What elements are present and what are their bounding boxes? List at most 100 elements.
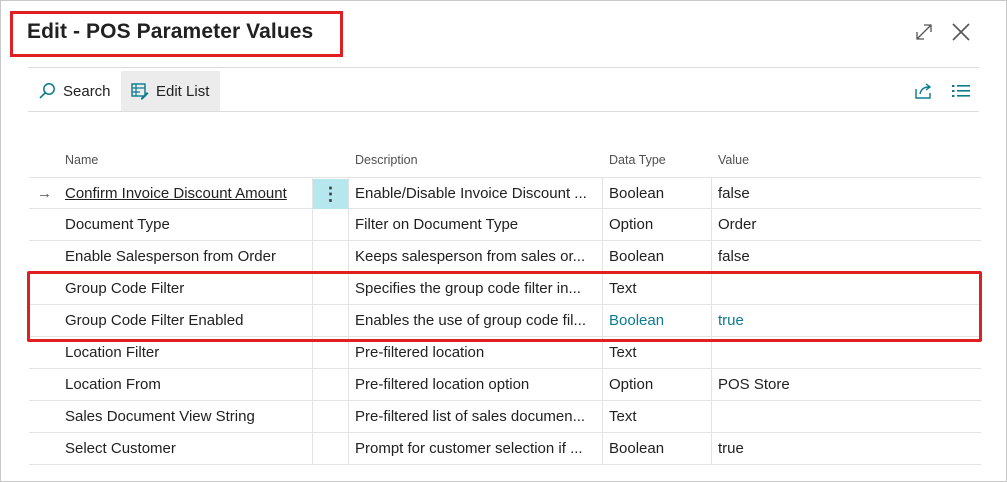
cell-description[interactable]: Enable/Disable Invoice Discount ... [355, 178, 599, 209]
column-separator [711, 401, 712, 432]
column-separator [602, 401, 603, 432]
cell-name[interactable]: Location From [65, 369, 305, 400]
cell-value[interactable] [718, 337, 958, 368]
column-separator [602, 209, 603, 240]
column-separator [312, 369, 313, 400]
current-row-arrow-icon: → [37, 185, 52, 202]
column-separator [312, 337, 313, 368]
column-separator [602, 305, 603, 336]
cell-data-type[interactable]: Text [609, 401, 709, 432]
table-row[interactable]: Enable Salesperson from Order Keeps sale… [29, 241, 981, 273]
column-separator [602, 369, 603, 400]
list-view-icon[interactable] [952, 83, 970, 99]
column-separator [312, 273, 313, 304]
header-divider [28, 67, 979, 68]
expand-icon[interactable] [913, 21, 935, 43]
cell-description[interactable]: Prompt for customer selection if ... [355, 433, 599, 464]
column-separator [711, 369, 712, 400]
column-separator [602, 273, 603, 304]
column-separator [312, 178, 313, 209]
column-separator [711, 337, 712, 368]
column-separator [711, 273, 712, 304]
table-row[interactable]: Group Code Filter Enabled Enables the us… [29, 305, 981, 337]
cell-value[interactable]: true [718, 305, 958, 336]
column-separator [348, 433, 349, 464]
search-icon [39, 83, 55, 99]
column-separator [602, 337, 603, 368]
column-separator [711, 241, 712, 272]
cell-value[interactable] [718, 273, 958, 304]
cell-name[interactable]: Location Filter [65, 337, 305, 368]
dialog-title: Edit - POS Parameter Values [27, 20, 314, 43]
column-separator [348, 369, 349, 400]
column-separator [711, 178, 712, 209]
cell-data-type[interactable]: Option [609, 209, 709, 240]
cell-name[interactable]: Sales Document View String [65, 401, 305, 432]
cell-value[interactable]: true [718, 433, 958, 464]
table-row[interactable]: Location Filter Pre-filtered location Te… [29, 337, 981, 369]
table-row[interactable]: Sales Document View String Pre-filtered … [29, 401, 981, 433]
edit-list-label: Edit List [156, 82, 210, 100]
cell-value[interactable] [718, 401, 958, 432]
table-row[interactable]: Document Type Filter on Document Type Op… [29, 209, 981, 241]
column-separator [348, 337, 349, 368]
cell-description[interactable]: Enables the use of group code fil... [355, 305, 599, 336]
cell-value[interactable]: Order [718, 209, 958, 240]
cell-value[interactable]: false [718, 241, 958, 272]
cell-name[interactable]: Enable Salesperson from Order [65, 241, 305, 272]
column-separator [348, 305, 349, 336]
cell-description[interactable]: Pre-filtered location [355, 337, 599, 368]
cell-data-type[interactable]: Text [609, 273, 709, 304]
cell-description[interactable]: Filter on Document Type [355, 209, 599, 240]
column-separator [711, 305, 712, 336]
cell-data-type[interactable]: Boolean [609, 241, 709, 272]
cell-data-type[interactable]: Boolean [609, 305, 709, 336]
cell-value[interactable]: false [718, 178, 958, 209]
table-row[interactable]: Group Code Filter Specifies the group co… [29, 273, 981, 305]
close-icon[interactable] [950, 21, 972, 43]
column-separator [312, 401, 313, 432]
cell-name[interactable]: Document Type [65, 209, 305, 240]
edit-list-icon [131, 83, 149, 100]
column-header-name[interactable]: Name [65, 153, 98, 167]
column-separator [348, 401, 349, 432]
cell-data-type[interactable]: Boolean [609, 433, 709, 464]
column-separator [348, 273, 349, 304]
cell-description[interactable]: Pre-filtered location option [355, 369, 599, 400]
toolbar-divider [28, 111, 979, 112]
column-separator [348, 209, 349, 240]
column-separator [312, 241, 313, 272]
cell-value[interactable]: POS Store [718, 369, 958, 400]
cell-description[interactable]: Pre-filtered list of sales documen... [355, 401, 599, 432]
column-separator [602, 433, 603, 464]
column-separator [348, 241, 349, 272]
share-icon[interactable] [914, 82, 934, 100]
column-separator [348, 178, 349, 209]
edit-list-button[interactable]: Edit List [121, 71, 220, 111]
column-separator [602, 241, 603, 272]
table-row[interactable]: Select Customer Prompt for customer sele… [29, 433, 981, 465]
column-separator [312, 433, 313, 464]
search-label: Search [63, 82, 111, 100]
column-header-data-type[interactable]: Data Type [609, 153, 666, 167]
column-separator [602, 178, 603, 209]
table-row[interactable]: Location From Pre-filtered location opti… [29, 369, 981, 401]
column-header-value[interactable]: Value [718, 153, 749, 167]
column-header-description[interactable]: Description [355, 153, 418, 167]
cell-data-type[interactable]: Option [609, 369, 709, 400]
column-separator [312, 305, 313, 336]
cell-description[interactable]: Specifies the group code filter in... [355, 273, 599, 304]
cell-name[interactable]: Select Customer [65, 433, 305, 464]
cell-data-type[interactable]: Boolean [609, 178, 709, 209]
cell-data-type[interactable]: Text [609, 337, 709, 368]
cell-name[interactable]: Group Code Filter Enabled [65, 305, 305, 336]
column-separator [711, 433, 712, 464]
table-row[interactable]: → Confirm Invoice Discount Amount ⋮ Enab… [29, 177, 981, 209]
column-separator [711, 209, 712, 240]
cell-name[interactable]: Group Code Filter [65, 273, 305, 304]
row-actions-button[interactable]: ⋮ [313, 179, 348, 209]
cell-name[interactable]: Confirm Invoice Discount Amount [65, 178, 305, 209]
search-button[interactable]: Search [30, 71, 119, 111]
column-separator [312, 209, 313, 240]
cell-description[interactable]: Keeps salesperson from sales or... [355, 241, 599, 272]
